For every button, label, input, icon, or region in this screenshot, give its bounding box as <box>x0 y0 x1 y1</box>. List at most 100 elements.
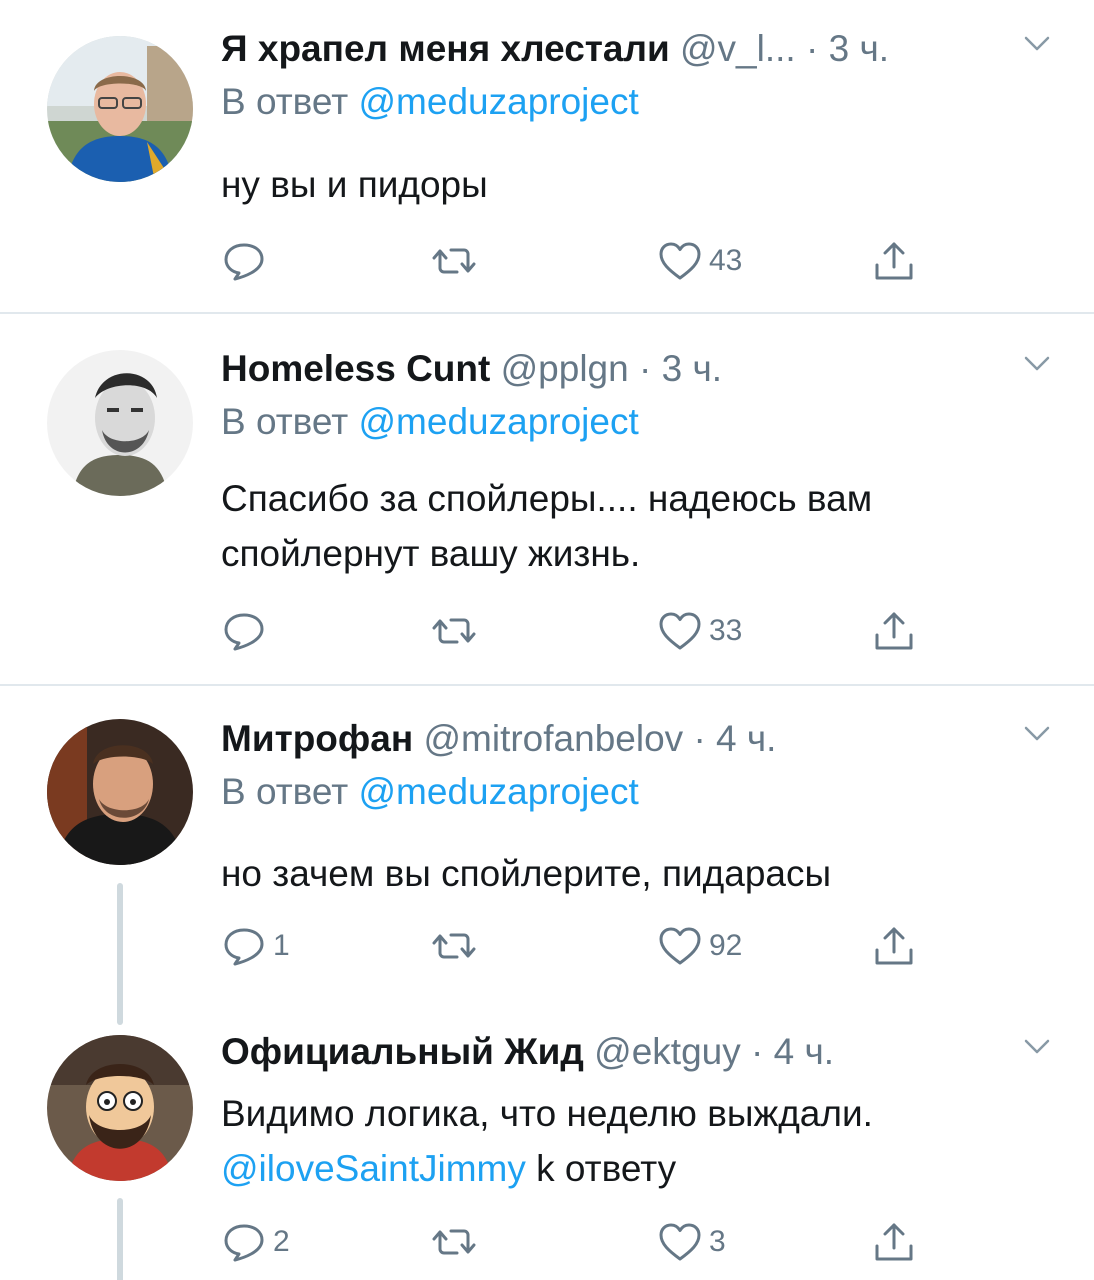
reply-button[interactable] <box>221 236 273 286</box>
reply-button[interactable] <box>221 606 273 656</box>
like-button[interactable]: 33 <box>657 606 742 656</box>
share-button[interactable] <box>871 606 917 656</box>
user-photo-icon <box>47 719 193 865</box>
avatar[interactable] <box>47 1035 193 1181</box>
retweet-button[interactable] <box>431 606 483 656</box>
retweet-arrows-icon <box>431 923 477 969</box>
tweet-text: ну вы и пидоры <box>221 164 488 205</box>
timestamp[interactable]: 3 ч. <box>662 348 722 389</box>
display-name[interactable]: Официальный Жид <box>221 1031 584 1072</box>
user-photo-icon <box>47 1035 193 1181</box>
speech-bubble-icon <box>221 608 267 654</box>
action-bar: 1 92 <box>221 921 941 971</box>
like-count: 33 <box>709 614 743 647</box>
separator-dot: · <box>639 348 652 389</box>
user-photo-icon <box>47 36 193 182</box>
chevron-down-icon[interactable] <box>1024 1038 1050 1056</box>
chevron-down-icon[interactable] <box>1024 35 1050 53</box>
thread-connector-line <box>117 883 123 1025</box>
tweet-2[interactable]: Homeless Cunt @pplgn · 3 ч. В ответ @med… <box>0 345 1094 685</box>
thread-connector-line <box>117 1198 123 1280</box>
user-handle[interactable]: @ektguy <box>594 1031 741 1072</box>
heart-outline-icon <box>657 923 703 969</box>
tweet-text-line: Спасибо за спойлеры.... надеюсь вам <box>221 478 873 519</box>
speech-bubble-icon <box>221 923 267 969</box>
reply-mention-link[interactable]: @meduzaproject <box>359 771 639 812</box>
tweet-text: но зачем вы спойлерите, пидарасы <box>221 853 832 894</box>
share-upload-icon <box>871 923 917 969</box>
avatar[interactable] <box>47 719 193 865</box>
tweet-text-line: Видимо логика, что неделю выждали. <box>221 1093 873 1134</box>
share-upload-icon <box>871 1219 917 1265</box>
display-name[interactable]: Homeless Cunt <box>221 348 490 389</box>
action-bar: 33 <box>221 606 941 656</box>
divider <box>0 312 1094 314</box>
avatar[interactable] <box>47 36 193 182</box>
reply-button[interactable]: 1 <box>221 921 290 971</box>
reply-context: В ответ @meduzaproject <box>221 78 639 126</box>
tweet-text: Видимо логика, что неделю выждали. @ilov… <box>221 1086 1041 1196</box>
share-upload-icon <box>871 238 917 284</box>
display-name[interactable]: Митрофан <box>221 718 413 759</box>
share-button[interactable] <box>871 1217 917 1267</box>
action-bar: 2 3 <box>221 1217 941 1267</box>
reply-prefix: В ответ <box>221 401 349 442</box>
speech-bubble-icon <box>221 238 267 284</box>
retweet-button[interactable] <box>431 1217 483 1267</box>
user-handle[interactable]: @mitrofanbelov <box>423 718 683 759</box>
tweet-3[interactable]: Митрофан @mitrofanbelov · 4 ч. В ответ @… <box>0 715 1094 1025</box>
tweet-header: Я храпел меня хлестали @v_l... · 3 ч. <box>221 25 1034 73</box>
tweet-text-suffix: k ответу <box>525 1148 677 1189</box>
tweet-header: Homeless Cunt @pplgn · 3 ч. <box>221 345 1034 393</box>
retweet-arrows-icon <box>431 1219 477 1265</box>
action-bar: 43 <box>221 236 941 286</box>
like-count: 3 <box>709 1225 726 1258</box>
timestamp[interactable]: 4 ч. <box>774 1031 834 1072</box>
tweet-header: Официальный Жид @ektguy · 4 ч. <box>221 1028 1034 1076</box>
separator-dot: · <box>751 1031 764 1072</box>
tweet-text: Спасибо за спойлеры.... надеюсь вам спой… <box>221 471 1041 581</box>
share-button[interactable] <box>871 236 917 286</box>
retweet-button[interactable] <box>431 236 483 286</box>
like-button[interactable]: 3 <box>657 1217 726 1267</box>
share-upload-icon <box>871 608 917 654</box>
heart-outline-icon <box>657 1219 703 1265</box>
retweet-arrows-icon <box>431 238 477 284</box>
like-count: 43 <box>709 244 743 277</box>
tweet-text-line: @iloveSaintJimmy k ответу <box>221 1141 1041 1196</box>
reply-context: В ответ @meduzaproject <box>221 768 639 816</box>
separator-dot: · <box>805 28 819 69</box>
avatar[interactable] <box>47 350 193 496</box>
tweet-1[interactable]: Я храпел меня хлестали @v_l... · 3 ч. В … <box>0 25 1094 315</box>
user-photo-icon <box>47 350 193 496</box>
like-button[interactable]: 92 <box>657 921 742 971</box>
reply-prefix: В ответ <box>221 771 349 812</box>
timestamp[interactable]: 3 ч. <box>829 28 889 69</box>
reply-button[interactable]: 2 <box>221 1217 290 1267</box>
like-button[interactable]: 43 <box>657 236 742 286</box>
timestamp[interactable]: 4 ч. <box>716 718 776 759</box>
reply-prefix: В ответ <box>221 81 349 122</box>
share-button[interactable] <box>871 921 917 971</box>
reply-mention-link[interactable]: @meduzaproject <box>359 81 639 122</box>
heart-outline-icon <box>657 238 703 284</box>
reply-mention-link[interactable]: @meduzaproject <box>359 401 639 442</box>
reply-context: В ответ @meduzaproject <box>221 398 639 446</box>
reply-count: 1 <box>273 929 290 962</box>
reply-count: 2 <box>273 1225 290 1258</box>
tweet-header: Митрофан @mitrofanbelov · 4 ч. <box>221 715 1034 763</box>
chevron-down-icon[interactable] <box>1024 355 1050 373</box>
retweet-arrows-icon <box>431 608 477 654</box>
like-count: 92 <box>709 929 743 962</box>
user-handle[interactable]: @pplgn <box>501 348 629 389</box>
speech-bubble-icon <box>221 1219 267 1265</box>
chevron-down-icon[interactable] <box>1024 725 1050 743</box>
tweet-4[interactable]: Официальный Жид @ektguy · 4 ч. Видимо ло… <box>0 1028 1094 1280</box>
divider <box>0 684 1094 686</box>
tweet-text-line: спойлернут вашу жизнь. <box>221 533 641 574</box>
user-handle[interactable]: @v_l... <box>680 28 796 69</box>
retweet-button[interactable] <box>431 921 483 971</box>
separator-dot: · <box>693 718 706 759</box>
display-name[interactable]: Я храпел меня хлестали <box>221 28 670 69</box>
mention-link[interactable]: @iloveSaintJimmy <box>221 1148 526 1189</box>
